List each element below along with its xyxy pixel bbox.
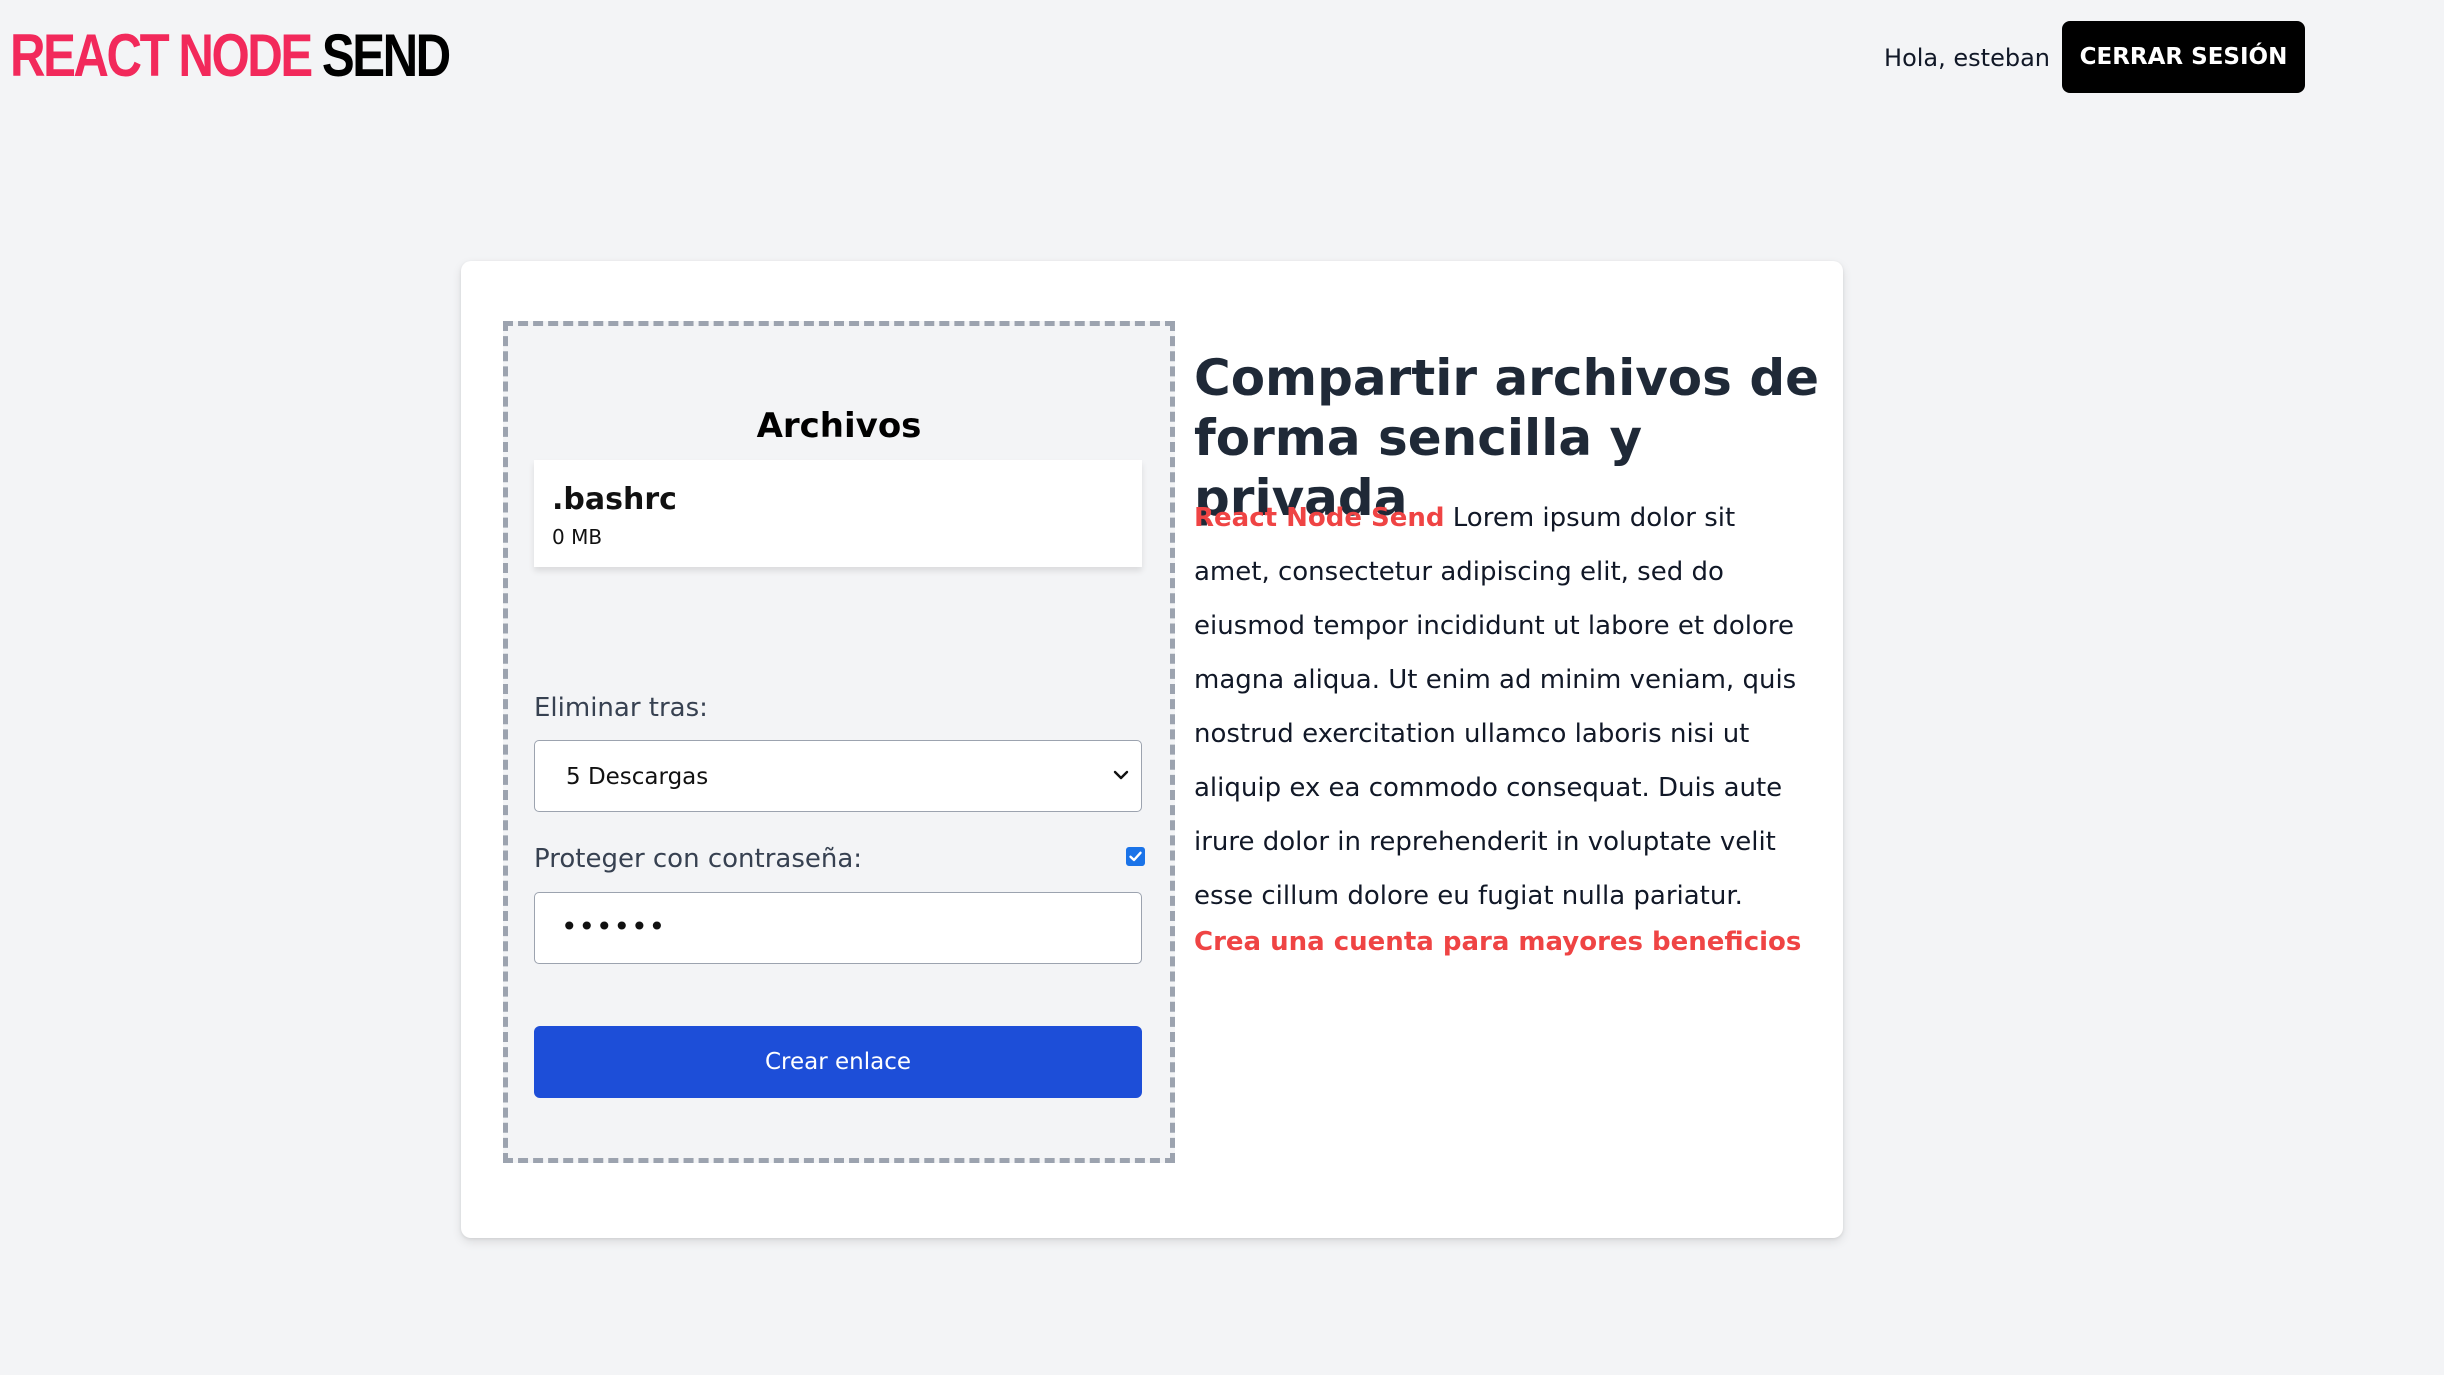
files-heading: Archivos	[756, 406, 922, 446]
create-link-button[interactable]: Crear enlace	[534, 1026, 1142, 1098]
app-logo[interactable]: REACT NODE SEND	[10, 20, 451, 92]
user-greeting: Hola, esteban	[1884, 44, 2050, 72]
password-protect-label: Proteger con contraseña:	[534, 844, 863, 874]
logo-text-primary: REACT NODE	[10, 22, 313, 89]
logout-button[interactable]: CERRAR SESIÓN	[2062, 21, 2305, 93]
delete-after-label: Eliminar tras:	[534, 693, 708, 723]
create-account-link[interactable]: Crea una cuenta para mayores beneficios	[1194, 926, 1801, 958]
password-protect-checkbox[interactable]	[1126, 847, 1145, 866]
password-value: ••••••	[561, 910, 667, 943]
logo-text-secondary: SEND	[321, 22, 451, 89]
file-list-item: .bashrc 0 MB	[534, 460, 1142, 567]
check-icon	[1129, 851, 1142, 862]
file-name: .bashrc	[552, 482, 677, 517]
chevron-down-icon	[1113, 770, 1129, 780]
file-size: 0 MB	[552, 525, 603, 549]
password-input[interactable]: ••••••	[534, 892, 1142, 964]
description-text: Lorem ipsum dolor sit amet, consectetur …	[1194, 503, 1797, 911]
file-dropzone[interactable]: Archivos .bashrc 0 MB Eliminar tras: 5 D…	[503, 321, 1175, 1163]
delete-after-value: 5 Descargas	[566, 764, 709, 790]
description: React Node Send Lorem ipsum dolor sit am…	[1194, 491, 1809, 923]
main-card: Archivos .bashrc 0 MB Eliminar tras: 5 D…	[461, 261, 1843, 1238]
brand-name: React Node Send	[1194, 503, 1445, 533]
delete-after-select[interactable]: 5 Descargas	[534, 740, 1142, 812]
